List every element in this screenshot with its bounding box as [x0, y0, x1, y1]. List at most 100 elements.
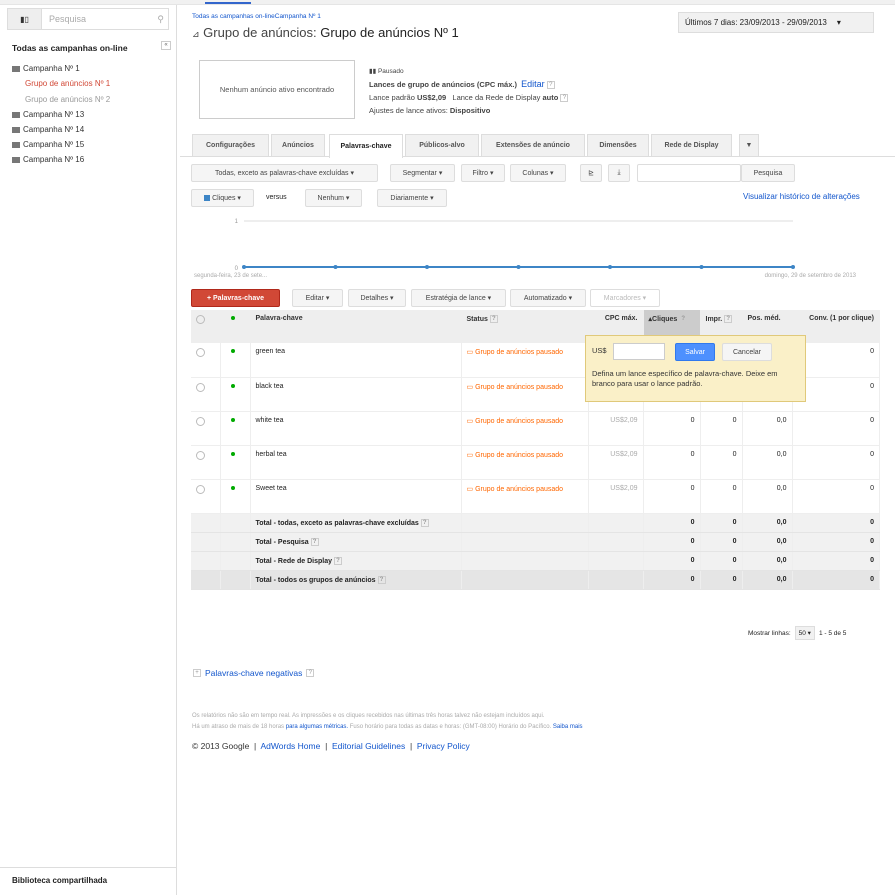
select-all-header[interactable] — [191, 310, 221, 343]
help-icon[interactable]: ? — [420, 518, 429, 527]
item-label: Campanha Nº 16 — [23, 155, 85, 164]
row-checkbox[interactable] — [196, 416, 205, 426]
help-icon[interactable]: ? — [333, 556, 342, 565]
help-icon[interactable]: ? — [546, 81, 555, 90]
row-select[interactable] — [191, 411, 221, 446]
shared-library-link[interactable]: Biblioteca compartilhada — [12, 876, 107, 885]
sidebar-title[interactable]: Todas as campanhas on-line — [12, 43, 128, 53]
negative-keywords-link[interactable]: Palavras-chave negativas — [205, 668, 302, 678]
sidebar-campaign[interactable]: Campanha Nº 14 — [12, 125, 84, 134]
data-point[interactable] — [242, 265, 246, 269]
help-icon[interactable]: ? — [377, 575, 386, 584]
change-history-link[interactable]: Visualizar histórico de alterações — [743, 192, 860, 201]
help-icon[interactable]: ? — [306, 669, 315, 677]
tab-more[interactable]: ▼ — [739, 134, 759, 156]
tab-audiences[interactable]: Públicos-alvo — [405, 134, 479, 156]
cancel-button[interactable]: Cancelar — [722, 343, 772, 361]
edit-bids-link[interactable]: Editar — [521, 79, 545, 89]
tab-settings[interactable]: Configurações — [192, 134, 269, 156]
row-checkbox[interactable] — [196, 450, 205, 460]
bid-input[interactable] — [613, 343, 665, 360]
empty-cell — [461, 513, 589, 533]
learn-more-link[interactable]: Saiba mais — [553, 724, 583, 730]
automated-dropdown[interactable]: Automatizado ▾ — [510, 289, 586, 307]
download-icon[interactable]: ⤓ — [608, 164, 630, 182]
details-dropdown[interactable]: Detalhes ▾ — [348, 289, 406, 307]
negative-keywords-section[interactable]: + Palavras-chave negativas ? — [193, 668, 315, 678]
sidebar-adgroup[interactable]: Grupo de anúncios Nº 2 — [25, 95, 110, 104]
max-cpc-cell[interactable]: US$2,09 — [588, 411, 644, 446]
labels-dropdown[interactable]: Marcadores ▾ — [590, 289, 660, 307]
editorial-guidelines-link[interactable]: Editorial Guidelines — [332, 741, 405, 751]
keyword-cell[interactable]: herbal tea — [250, 445, 462, 480]
table-search-input[interactable] — [637, 164, 741, 182]
tab-keywords[interactable]: Palavras-chave — [329, 134, 403, 158]
collapse-sidebar-button[interactable]: « — [161, 41, 171, 50]
sidebar-campaign[interactable]: Campanha Nº 1 — [12, 64, 80, 73]
data-point[interactable] — [608, 265, 612, 269]
sidebar-campaign[interactable]: Campanha Nº 13 — [12, 110, 84, 119]
tab-display-network[interactable]: Rede de Display — [651, 134, 732, 156]
bid-strategy-dropdown[interactable]: Estratégia de lance ▾ — [411, 289, 506, 307]
add-keywords-button[interactable]: + Palavras-chave — [191, 289, 280, 307]
metrics-link[interactable]: para algumas métricas. — [286, 724, 348, 730]
row-checkbox[interactable] — [196, 382, 205, 392]
max-cpc-cell[interactable]: US$2,09 — [588, 479, 644, 514]
col-keyword[interactable]: Palavra-chave — [250, 310, 462, 343]
data-point[interactable] — [333, 265, 338, 269]
breadcrumb[interactable]: Todas as campanhas on-lineCampanha Nº 1 — [192, 13, 321, 20]
row-select[interactable] — [191, 479, 221, 514]
row-status-dot — [220, 445, 251, 480]
rows-value: 50 — [798, 630, 806, 637]
search-button[interactable]: Pesquisa — [741, 164, 795, 182]
status-text: Grupo de anúncios pausado — [475, 383, 564, 391]
help-icon[interactable]: ? — [679, 315, 688, 324]
row-select[interactable] — [191, 377, 221, 412]
period-dropdown[interactable]: Diariamente ▾ — [377, 189, 447, 207]
row-checkbox[interactable] — [196, 348, 205, 357]
metric1-dropdown[interactable]: Cliques ▾ — [191, 189, 254, 207]
edit-dropdown[interactable]: Editar ▾ — [292, 289, 343, 307]
tab-dimensions[interactable]: Dimensões — [587, 134, 649, 156]
rows-per-page-select[interactable]: 50 ▾ — [794, 626, 815, 640]
segment-dropdown[interactable]: Segmentar ▾ — [390, 164, 455, 182]
comment-icon: ▭ — [466, 451, 474, 459]
sidebar-campaign[interactable]: Campanha Nº 15 — [12, 140, 84, 149]
keyword-filter-dropdown[interactable]: Todas, exceto as palavras-chave excluída… — [191, 164, 378, 182]
sidebar-adgroup-active[interactable]: Grupo de anúncios Nº 1 — [25, 79, 110, 88]
tab-ad-extensions[interactable]: Extensões de anúncio — [481, 134, 585, 156]
max-cpc-cell[interactable]: US$2,09 — [588, 445, 644, 480]
chart-icon[interactable]: ⊵ — [580, 164, 602, 182]
keyword-cell[interactable]: Sweet tea — [250, 479, 462, 514]
privacy-policy-link[interactable]: Privacy Policy — [417, 741, 470, 751]
help-icon[interactable]: ? — [724, 315, 733, 323]
data-point[interactable] — [516, 265, 521, 269]
view-toggle[interactable]: ▮▯ — [8, 9, 42, 29]
select-all-checkbox[interactable] — [196, 315, 205, 324]
filter-dropdown[interactable]: Filtro ▾ — [461, 164, 505, 182]
data-point[interactable] — [791, 265, 795, 269]
keyword-cell[interactable]: white tea — [250, 411, 462, 446]
metric2-dropdown[interactable]: Nenhum ▾ — [305, 189, 362, 207]
help-icon[interactable]: ? — [310, 537, 319, 546]
row-select[interactable] — [191, 445, 221, 480]
save-button[interactable]: Salvar — [675, 343, 715, 361]
row-select[interactable] — [191, 343, 221, 378]
col-status[interactable]: Status ? — [461, 310, 589, 343]
data-point[interactable] — [425, 265, 429, 269]
expand-icon[interactable]: + — [193, 669, 201, 677]
tab-ads[interactable]: Anúncios — [271, 134, 325, 156]
keyword-cell[interactable]: green tea — [250, 343, 462, 378]
search-icon[interactable]: ⚲ — [157, 14, 164, 25]
adwords-home-link[interactable]: AdWords Home — [261, 741, 321, 751]
data-point[interactable] — [699, 265, 704, 269]
help-icon[interactable]: ? — [489, 315, 498, 323]
sidebar-campaign[interactable]: Campanha Nº 16 — [12, 155, 84, 164]
help-icon[interactable]: ? — [560, 94, 569, 103]
avg-position-cell: 0,0 — [742, 411, 793, 446]
columns-dropdown[interactable]: Colunas ▾ — [510, 164, 566, 182]
keyword-cell[interactable]: black tea — [250, 377, 462, 412]
date-range-selector[interactable]: Últimos 7 dias: 23/09/2013 - 29/09/2013 ▾ — [678, 12, 874, 33]
row-checkbox[interactable] — [196, 484, 205, 494]
search-input[interactable]: Pesquisa ⚲ — [42, 9, 168, 29]
